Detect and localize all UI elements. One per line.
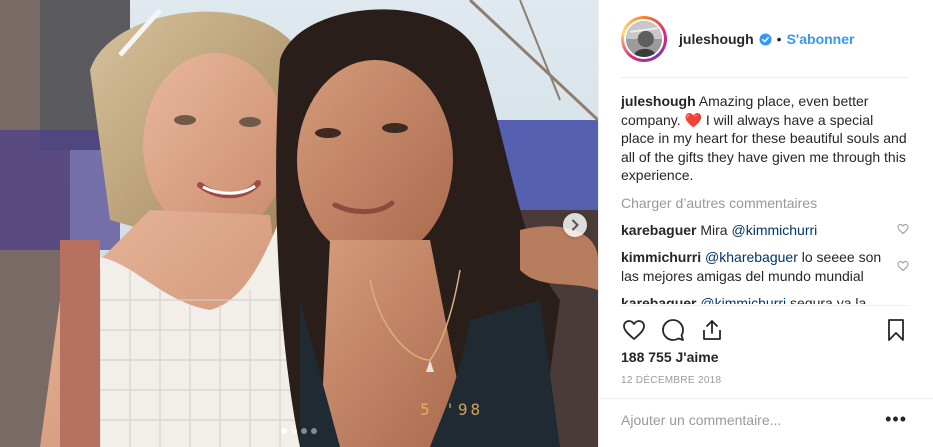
comment-item: karebaguer @kimmichurri segura ya la xyxy=(621,294,909,304)
caption-username[interactable]: juleshough xyxy=(621,93,696,109)
chevron-right-icon xyxy=(572,219,579,231)
avatar-story-ring[interactable] xyxy=(621,16,667,62)
carousel-dot-active xyxy=(281,428,287,434)
small-heart-icon[interactable] xyxy=(897,260,909,272)
carousel-dot xyxy=(311,428,317,434)
small-heart-icon[interactable] xyxy=(897,223,909,235)
add-comment-input[interactable]: Ajouter un commentaire... xyxy=(621,412,871,428)
header-separator: • xyxy=(776,31,782,47)
comment-icon xyxy=(662,319,684,341)
comment-item: kimmichurri @kharebaguer lo seeee son la… xyxy=(621,248,909,285)
post-header: juleshough • S'abonner xyxy=(599,0,933,78)
comment-mention[interactable]: @kimmichurri xyxy=(700,295,786,304)
load-more-comments-button[interactable]: Charger d’autres commentaires xyxy=(621,194,909,212)
avatar-image xyxy=(626,21,662,57)
photo-date-stamp: 5 '98 xyxy=(420,400,484,419)
verified-badge-icon xyxy=(759,32,772,46)
carousel-dot xyxy=(301,428,307,434)
comment-username[interactable]: karebaguer xyxy=(621,222,696,238)
post-side-panel: juleshough • S'abonner juleshough Amazin… xyxy=(598,0,933,447)
comment-button[interactable] xyxy=(660,317,686,343)
header-username[interactable]: juleshough xyxy=(679,31,754,47)
likes-count[interactable]: 188 755 J'aime xyxy=(621,349,719,365)
photo-illustration xyxy=(0,0,598,447)
instagram-post: 5 '98 juleshough • S'abonner juleshough … xyxy=(0,0,933,447)
post-caption: juleshough Amazing place, even better co… xyxy=(621,92,909,185)
bookmark-icon xyxy=(888,319,904,341)
comment-username[interactable]: karebaguer xyxy=(621,295,696,304)
comments-list[interactable]: juleshough Amazing place, even better co… xyxy=(621,92,909,304)
divider xyxy=(621,305,909,306)
divider xyxy=(621,77,909,78)
post-photo[interactable]: 5 '98 xyxy=(0,0,598,447)
follow-button[interactable]: S'abonner xyxy=(787,31,855,47)
carousel-next-button[interactable] xyxy=(563,213,587,237)
comment-mention[interactable]: @kharebaguer xyxy=(705,249,798,265)
comment-text: segura ya la xyxy=(790,295,867,304)
like-button[interactable] xyxy=(621,317,647,343)
heart-emoji: ❤️ xyxy=(684,111,702,128)
save-button[interactable] xyxy=(883,317,909,343)
carousel-dot xyxy=(291,428,297,434)
post-date[interactable]: 12 DÉCEMBRE 2018 xyxy=(621,375,721,386)
comment-item: karebaguer Mira @kimmichurri xyxy=(621,221,909,240)
share-icon xyxy=(703,320,721,340)
carousel-indicator xyxy=(0,428,598,434)
avatar xyxy=(624,19,664,59)
more-options-button[interactable]: ••• xyxy=(885,410,907,428)
comment-mention[interactable]: @kimmichurri xyxy=(732,222,818,238)
divider xyxy=(599,398,933,399)
post-actions-bar xyxy=(621,316,909,344)
comment-username[interactable]: kimmichurri xyxy=(621,249,701,265)
heart-icon xyxy=(623,320,645,340)
share-button[interactable] xyxy=(699,317,725,343)
comment-text: Mira xyxy=(700,221,728,238)
